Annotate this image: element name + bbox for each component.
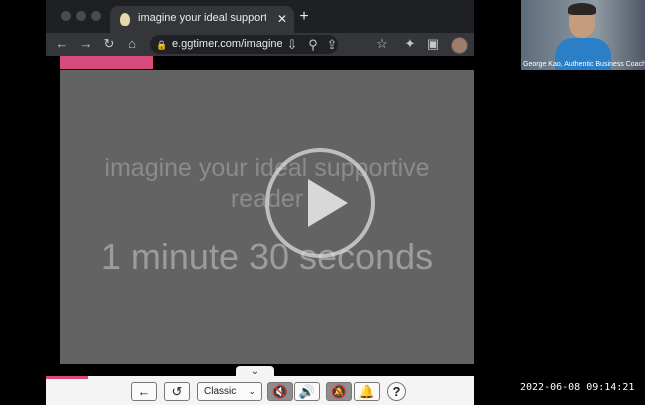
play-button[interactable] (265, 148, 375, 258)
forward-icon[interactable]: → (78, 36, 94, 52)
theme-select-value: Classic (204, 386, 237, 397)
back-button[interactable]: ← (131, 382, 157, 401)
reload-icon[interactable]: ↻ (101, 36, 117, 52)
accent-line (46, 376, 88, 379)
theme-select[interactable]: Classic ⌄ (197, 382, 262, 401)
profile-avatar[interactable] (451, 37, 468, 54)
recording-timestamp: 2022-06-08 09:14:21 (520, 382, 635, 393)
alarm-on-button[interactable]: 🔔 (354, 382, 380, 401)
share-icon[interactable]: ⇪ (324, 37, 340, 53)
browser-tab[interactable]: imagine your ideal supportive r ✕ (110, 6, 294, 33)
side-panel-icon[interactable]: ▣ (425, 36, 441, 52)
sound-button[interactable]: 🔊 (294, 382, 320, 401)
minimize-window-button[interactable] (76, 11, 86, 21)
star-icon[interactable]: ☆ (374, 36, 390, 52)
timer-duration: 1 minute 30 seconds (100, 236, 434, 277)
address-bar[interactable]: 🔒 e.ggtimer.com/imagine... ⇩ ⚲ ⇪ (150, 35, 338, 54)
url-text[interactable]: e.ggtimer.com/imagine... (172, 38, 282, 52)
play-icon (308, 179, 348, 227)
tab-bar: imagine your ideal supportive r ✕ + (46, 0, 474, 33)
participant-hair (568, 3, 596, 15)
install-icon[interactable]: ⇩ (284, 37, 300, 53)
maximize-window-button[interactable] (91, 11, 101, 21)
help-button[interactable]: ? (387, 382, 406, 401)
extensions-icon[interactable]: ✦ (402, 36, 418, 52)
restart-button[interactable]: ↺ (164, 382, 190, 401)
tab-title: imagine your ideal supportive r (138, 12, 266, 24)
participant-video: George Kao, Authentic Business Coach (521, 0, 645, 70)
egg-icon (120, 13, 130, 26)
close-tab-icon[interactable]: ✕ (274, 11, 290, 27)
back-icon[interactable]: ← (54, 36, 70, 52)
video-player[interactable]: imagine your ideal supportive reader 1 m… (60, 70, 474, 364)
chevron-down-icon: ⌄ (248, 386, 256, 396)
alarm-off-button[interactable]: 🔕 (326, 382, 352, 401)
timer-label-line1: imagine your ideal supportive (104, 154, 430, 182)
browser-window: imagine your ideal supportive r ✕ + ← → … (46, 0, 474, 405)
participant-name: George Kao, Authentic Business Coach (523, 61, 645, 68)
browser-toolbar: ← → ↻ ⌂ 🔒 e.ggtimer.com/imagine... ⇩ ⚲ ⇪… (46, 33, 474, 56)
zoom-icon[interactable]: ⚲ (305, 37, 321, 53)
timer-control-bar: ← ↺ Classic ⌄ 🔇 🔊 🔕 🔔 ? (46, 376, 474, 405)
home-icon[interactable]: ⌂ (124, 36, 140, 52)
close-window-button[interactable] (61, 11, 71, 21)
mute-button[interactable]: 🔇 (267, 382, 293, 401)
new-tab-button[interactable]: + (295, 8, 313, 26)
lock-icon[interactable]: 🔒 (154, 37, 170, 53)
accent-strip (60, 56, 153, 69)
